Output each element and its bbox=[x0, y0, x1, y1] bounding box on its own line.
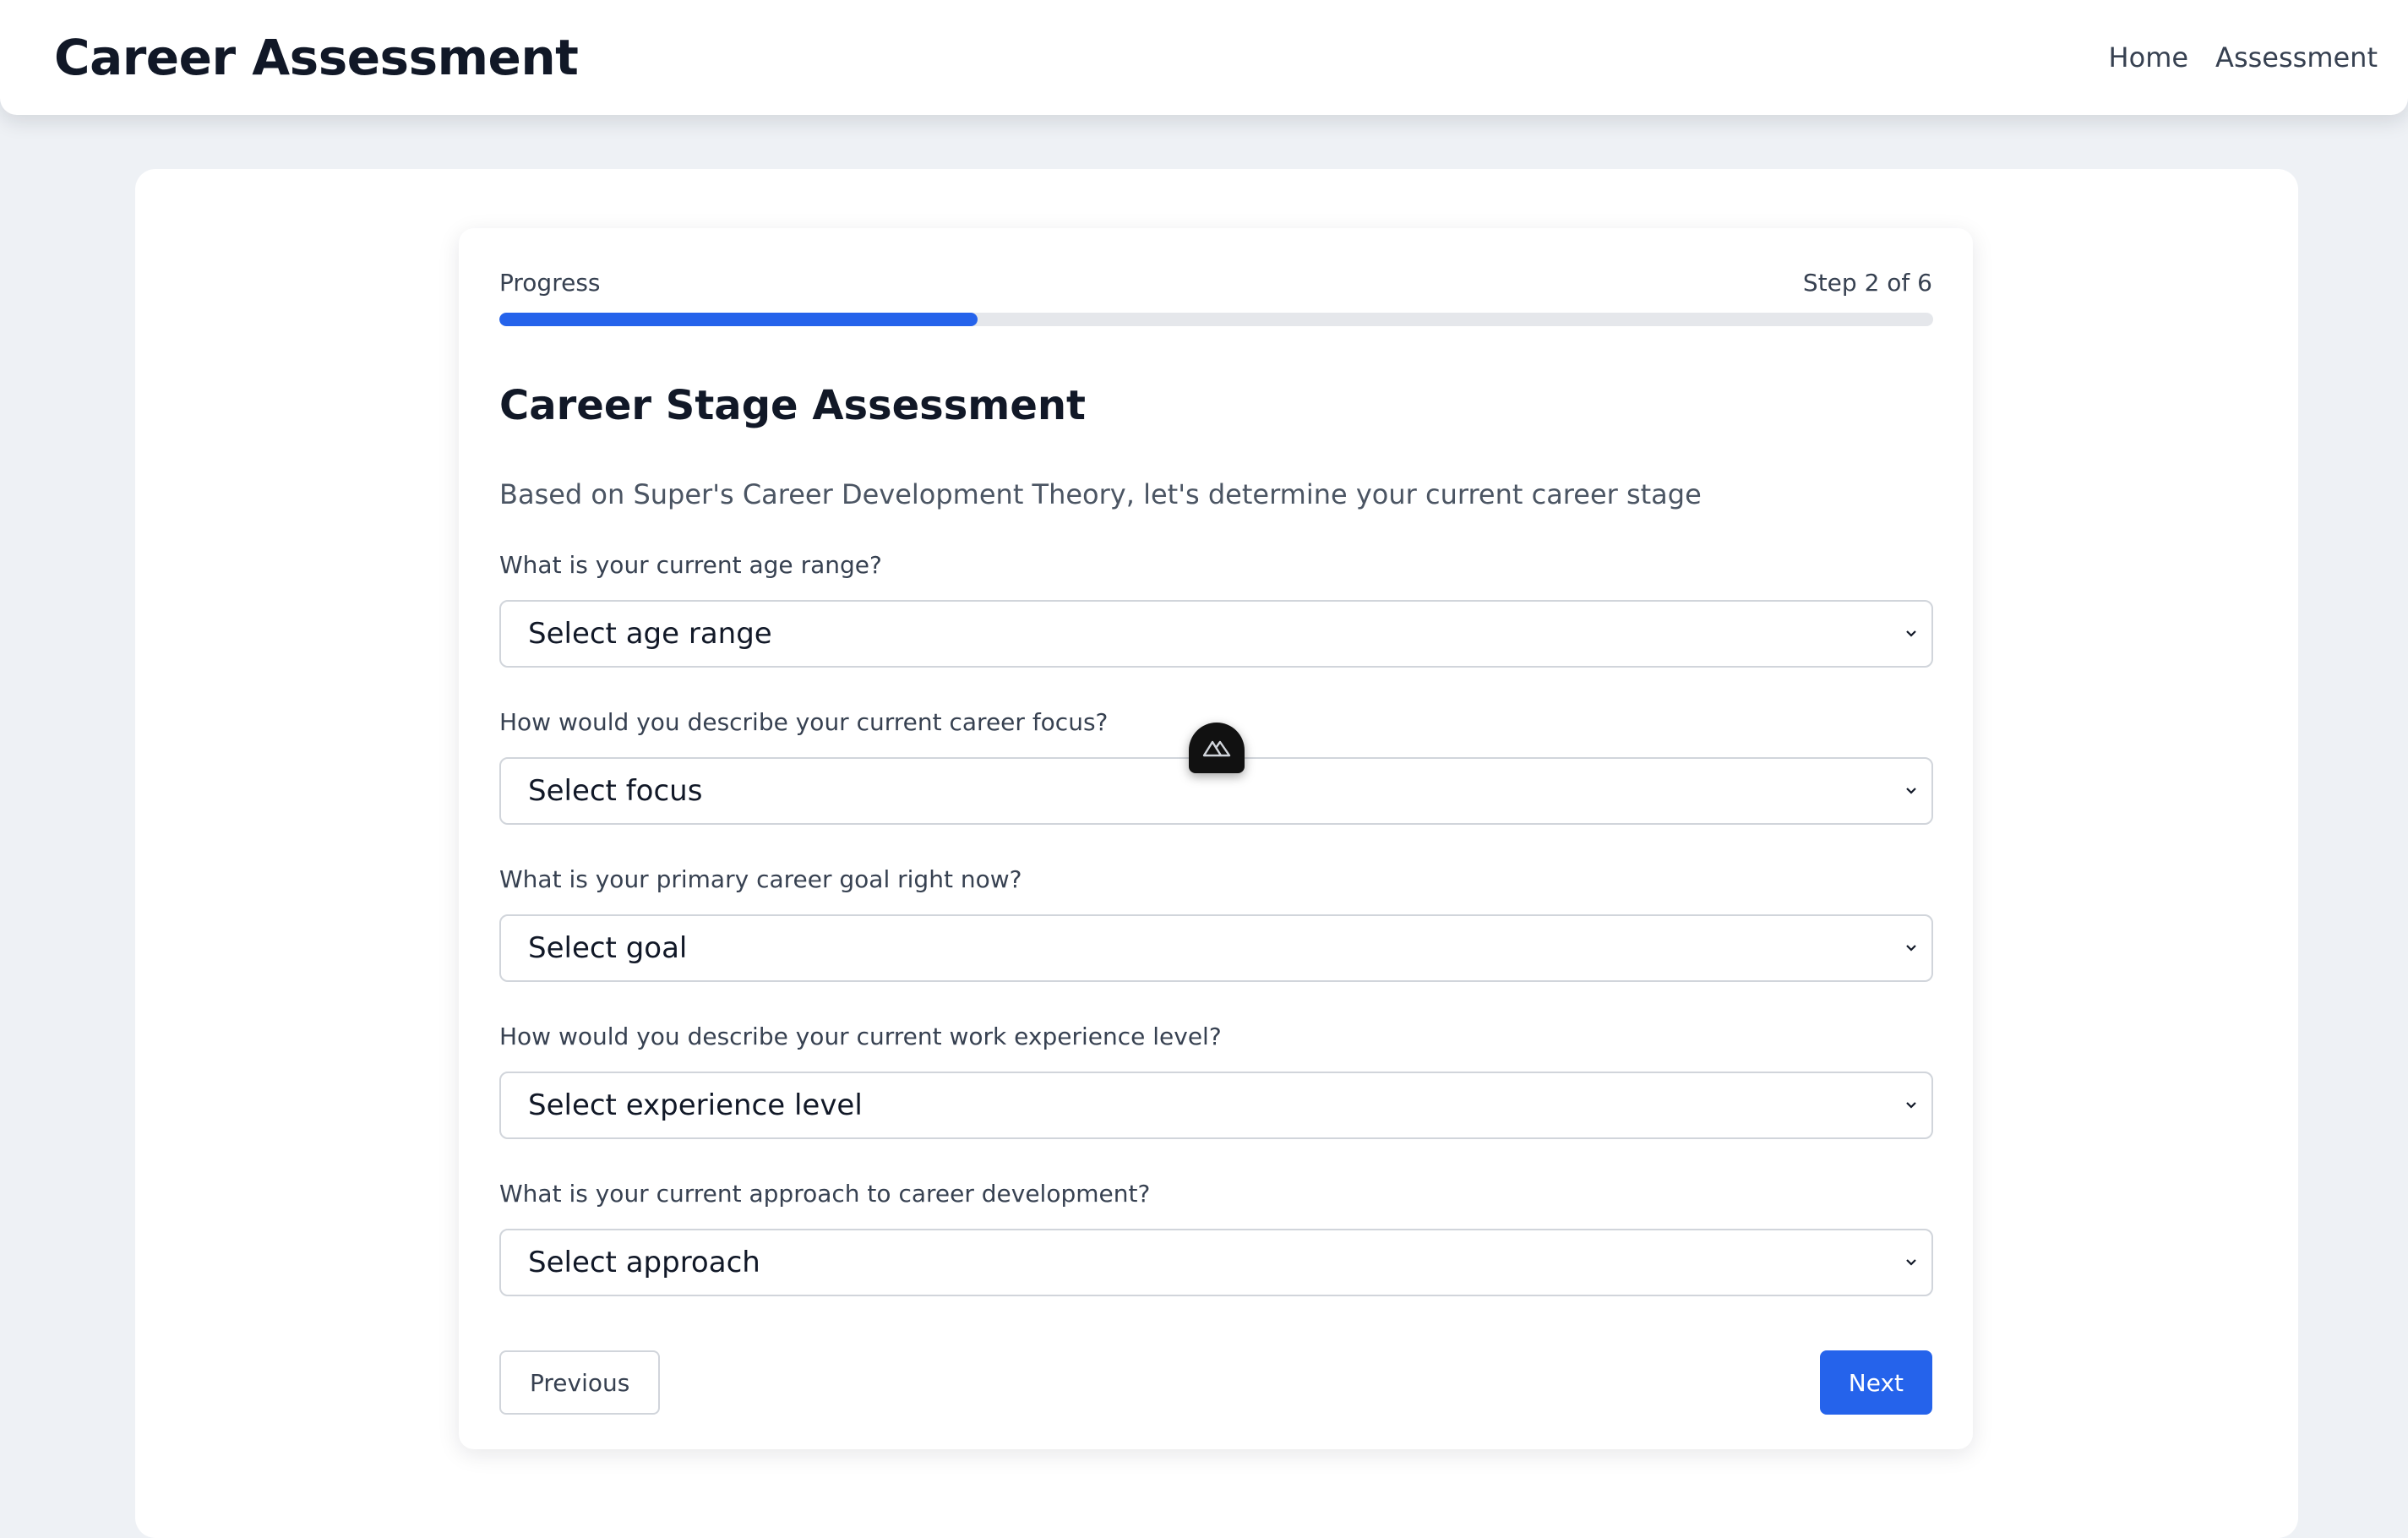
select-value: Select experience level bbox=[528, 1088, 863, 1122]
question-label: What is your current age range? bbox=[499, 551, 882, 579]
chevron-down-icon bbox=[1903, 1097, 1920, 1114]
question-age-range: What is your current age range? Select a… bbox=[499, 551, 1933, 668]
nav-home-link[interactable]: Home bbox=[2109, 41, 2189, 74]
select-value: Select age range bbox=[528, 617, 772, 651]
chevron-down-icon bbox=[1903, 940, 1920, 957]
chevron-down-icon bbox=[1903, 1254, 1920, 1271]
question-label: What is your current approach to career … bbox=[499, 1180, 1151, 1208]
development-approach-select[interactable]: Select approach bbox=[499, 1229, 1933, 1296]
career-goal-select[interactable]: Select goal bbox=[499, 914, 1933, 982]
question-label: How would you describe your current work… bbox=[499, 1023, 1222, 1050]
top-navbar: Career Assessment Home Assessment bbox=[0, 0, 2408, 115]
form-actions: Previous Next bbox=[499, 1350, 1932, 1415]
mountain-logo-icon[interactable] bbox=[1189, 723, 1245, 773]
page-title: Career Stage Assessment bbox=[499, 382, 1086, 429]
previous-button[interactable]: Previous bbox=[499, 1350, 661, 1415]
progress-header: Progress Step 2 of 6 bbox=[499, 265, 1932, 299]
progress-bar-fill bbox=[499, 313, 978, 326]
progress-step-text: Step 2 of 6 bbox=[1802, 268, 1932, 297]
app-title: Career Assessment bbox=[54, 29, 579, 86]
chevron-down-icon bbox=[1903, 783, 1920, 799]
nav-assessment-link[interactable]: Assessment bbox=[2215, 41, 2378, 74]
age-range-select[interactable]: Select age range bbox=[499, 600, 1933, 668]
select-value: Select approach bbox=[528, 1246, 760, 1279]
assessment-card: Progress Step 2 of 6 Career Stage Assess… bbox=[459, 228, 1973, 1449]
select-value: Select goal bbox=[528, 931, 688, 965]
page-description: Based on Super's Career Development Theo… bbox=[499, 478, 1702, 510]
question-experience-level: How would you describe your current work… bbox=[499, 1023, 1933, 1139]
experience-level-select[interactable]: Select experience level bbox=[499, 1072, 1933, 1139]
chevron-down-icon bbox=[1903, 625, 1920, 642]
question-label: What is your primary career goal right n… bbox=[499, 865, 1022, 893]
next-button[interactable]: Next bbox=[1819, 1350, 1932, 1415]
question-career-goal: What is your primary career goal right n… bbox=[499, 865, 1933, 982]
progress-label: Progress bbox=[499, 268, 601, 297]
main-nav: Home Assessment bbox=[2109, 41, 2378, 74]
select-value: Select focus bbox=[528, 774, 703, 808]
progress-bar bbox=[499, 313, 1933, 326]
question-development-approach: What is your current approach to career … bbox=[499, 1180, 1933, 1296]
